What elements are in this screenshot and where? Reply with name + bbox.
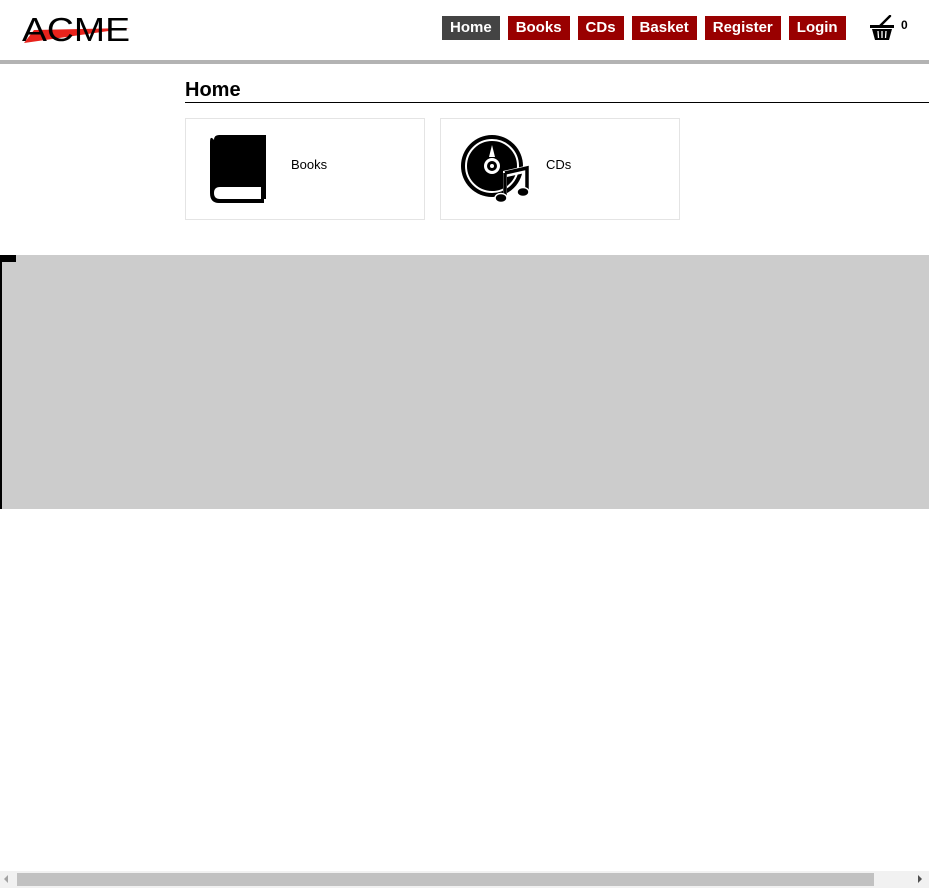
main-nav: Home Books CDs Basket Register Login [442, 16, 854, 40]
category-tiles: Books CDs [185, 118, 695, 220]
nav-register-button[interactable]: Register [704, 16, 781, 40]
cds-tile[interactable]: CDs [440, 118, 680, 220]
cds-tile-label: CDs [546, 157, 572, 172]
scroll-right-arrow-icon[interactable] [918, 875, 922, 883]
svg-text:ACME: ACME [22, 11, 130, 46]
acme-logo[interactable]: ACME [22, 10, 132, 46]
nav-cds-button[interactable]: CDs [577, 16, 624, 40]
book-icon [210, 135, 266, 203]
nav-basket-button[interactable]: Basket [631, 16, 697, 40]
header-divider [0, 60, 929, 64]
nav-books-button[interactable]: Books [507, 16, 570, 40]
header: ACME Home Books CDs Basket Register Logi… [0, 0, 929, 60]
page: ACME Home Books CDs Basket Register Logi… [0, 0, 929, 888]
frame-corner-marker [0, 255, 16, 262]
scrollbar-thumb[interactable] [17, 873, 874, 886]
page-title: Home [185, 78, 929, 103]
scroll-left-arrow-icon[interactable] [4, 875, 8, 883]
main-content: Home Books CDs [185, 78, 929, 220]
embedded-frame [0, 255, 929, 509]
cd-music-icon [461, 135, 530, 204]
horizontal-scrollbar[interactable] [0, 871, 929, 888]
basket-icon[interactable] [869, 15, 895, 41]
basket-count: 0 [901, 18, 908, 32]
books-tile-label: Books [291, 157, 328, 172]
books-tile[interactable]: Books [185, 118, 425, 220]
nav-home-button[interactable]: Home [442, 16, 500, 40]
nav-login-button[interactable]: Login [788, 16, 846, 40]
